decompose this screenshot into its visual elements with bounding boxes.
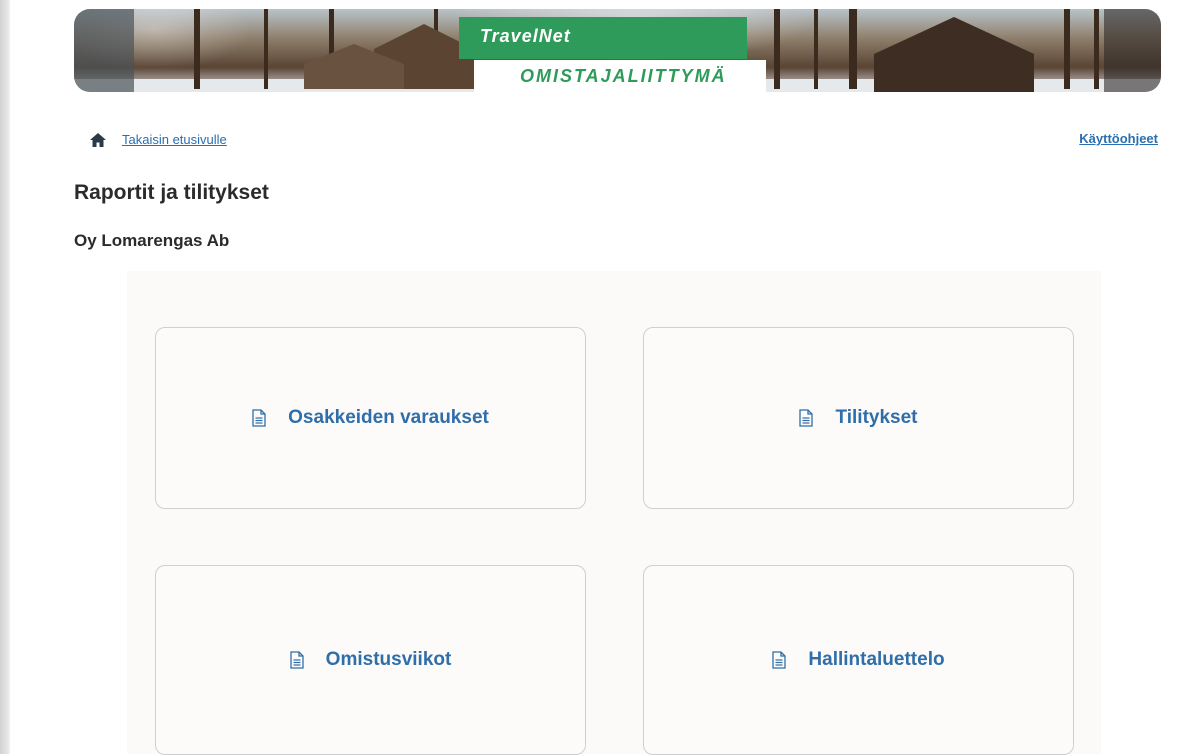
left-edge-rail bbox=[0, 0, 10, 754]
tile-label: Tilitykset bbox=[835, 407, 918, 428]
home-link-label: Takaisin etusivulle bbox=[122, 132, 227, 147]
logo-title-box: TravelNet bbox=[459, 17, 747, 59]
tile-osakkeiden-varaukset[interactable]: Osakkeiden varaukset bbox=[155, 327, 586, 509]
tile-tilitykset[interactable]: Tilitykset bbox=[643, 327, 1074, 509]
document-icon bbox=[290, 651, 304, 669]
brand-title: TravelNet bbox=[480, 26, 571, 46]
tile-label: Omistusviikot bbox=[325, 649, 452, 670]
document-icon bbox=[252, 409, 266, 427]
header-banner: TravelNet OMISTAJALIITTYMÄ bbox=[74, 9, 1161, 92]
page-title: Raportit ja tilitykset bbox=[74, 181, 269, 204]
document-icon bbox=[799, 409, 814, 427]
brand-subtitle: OMISTAJALIITTYMÄ bbox=[520, 66, 727, 86]
tile-omistusviikot[interactable]: Omistusviikot bbox=[155, 565, 586, 755]
home-icon bbox=[90, 132, 106, 147]
tile-label: Hallintaluettelo bbox=[808, 649, 945, 670]
tile-label: Osakkeiden varaukset bbox=[288, 407, 489, 428]
report-tiles-area: Osakkeiden varaukset Tilitykset Omistusv… bbox=[127, 271, 1101, 755]
logo-subtitle-box: OMISTAJALIITTYMÄ bbox=[474, 60, 766, 92]
back-to-home-link[interactable]: Takaisin etusivulle bbox=[90, 132, 227, 147]
tile-hallintaluettelo[interactable]: Hallintaluettelo bbox=[643, 565, 1074, 755]
company-name: Oy Lomarengas Ab bbox=[74, 231, 230, 250]
user-guide-link[interactable]: Käyttöohjeet bbox=[1079, 131, 1158, 146]
document-icon bbox=[772, 651, 787, 669]
